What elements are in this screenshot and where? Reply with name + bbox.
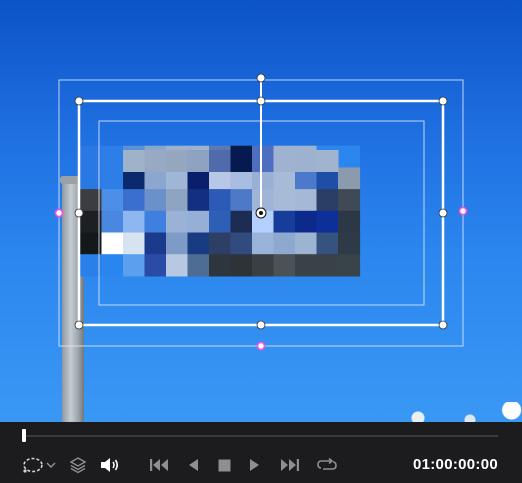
play-icon[interactable] [247,454,263,476]
softness-handle-bottom[interactable] [256,341,266,351]
transport-bar: 01:00:00:00 [0,422,522,483]
edge-handle-left[interactable] [74,208,84,218]
speaker-icon[interactable] [99,454,121,476]
rotation-handle[interactable] [256,73,266,83]
softness-handle-right[interactable] [458,206,468,216]
corner-handle-top-left[interactable] [74,96,84,106]
edge-handle-right[interactable] [438,208,448,218]
layers-icon[interactable] [68,454,88,476]
softness-handle-left[interactable] [54,208,64,218]
skip-to-end-icon[interactable] [277,454,301,476]
skip-to-start-icon[interactable] [148,454,172,476]
video-viewer[interactable] [0,0,522,422]
transform-overlay [54,73,468,351]
corner-handle-bottom-right[interactable] [438,320,448,330]
chevron-down-icon[interactable] [45,454,57,476]
scrubber-track[interactable] [24,435,498,437]
timecode-display: 01:00:00:00 [412,456,498,473]
corner-handle-top-right[interactable] [438,96,448,106]
video-editor-viewer-app: 01:00:00:00 [0,0,522,483]
edge-handle-top[interactable] [256,96,266,106]
corner-handle-bottom-left[interactable] [74,320,84,330]
edge-handle-bottom[interactable] [256,320,266,330]
loop-icon[interactable] [315,454,339,476]
dashed-circle-icon[interactable] [20,454,46,476]
play-reverse-icon[interactable] [185,454,201,476]
playhead[interactable] [22,429,26,442]
stop-icon[interactable] [216,454,232,476]
